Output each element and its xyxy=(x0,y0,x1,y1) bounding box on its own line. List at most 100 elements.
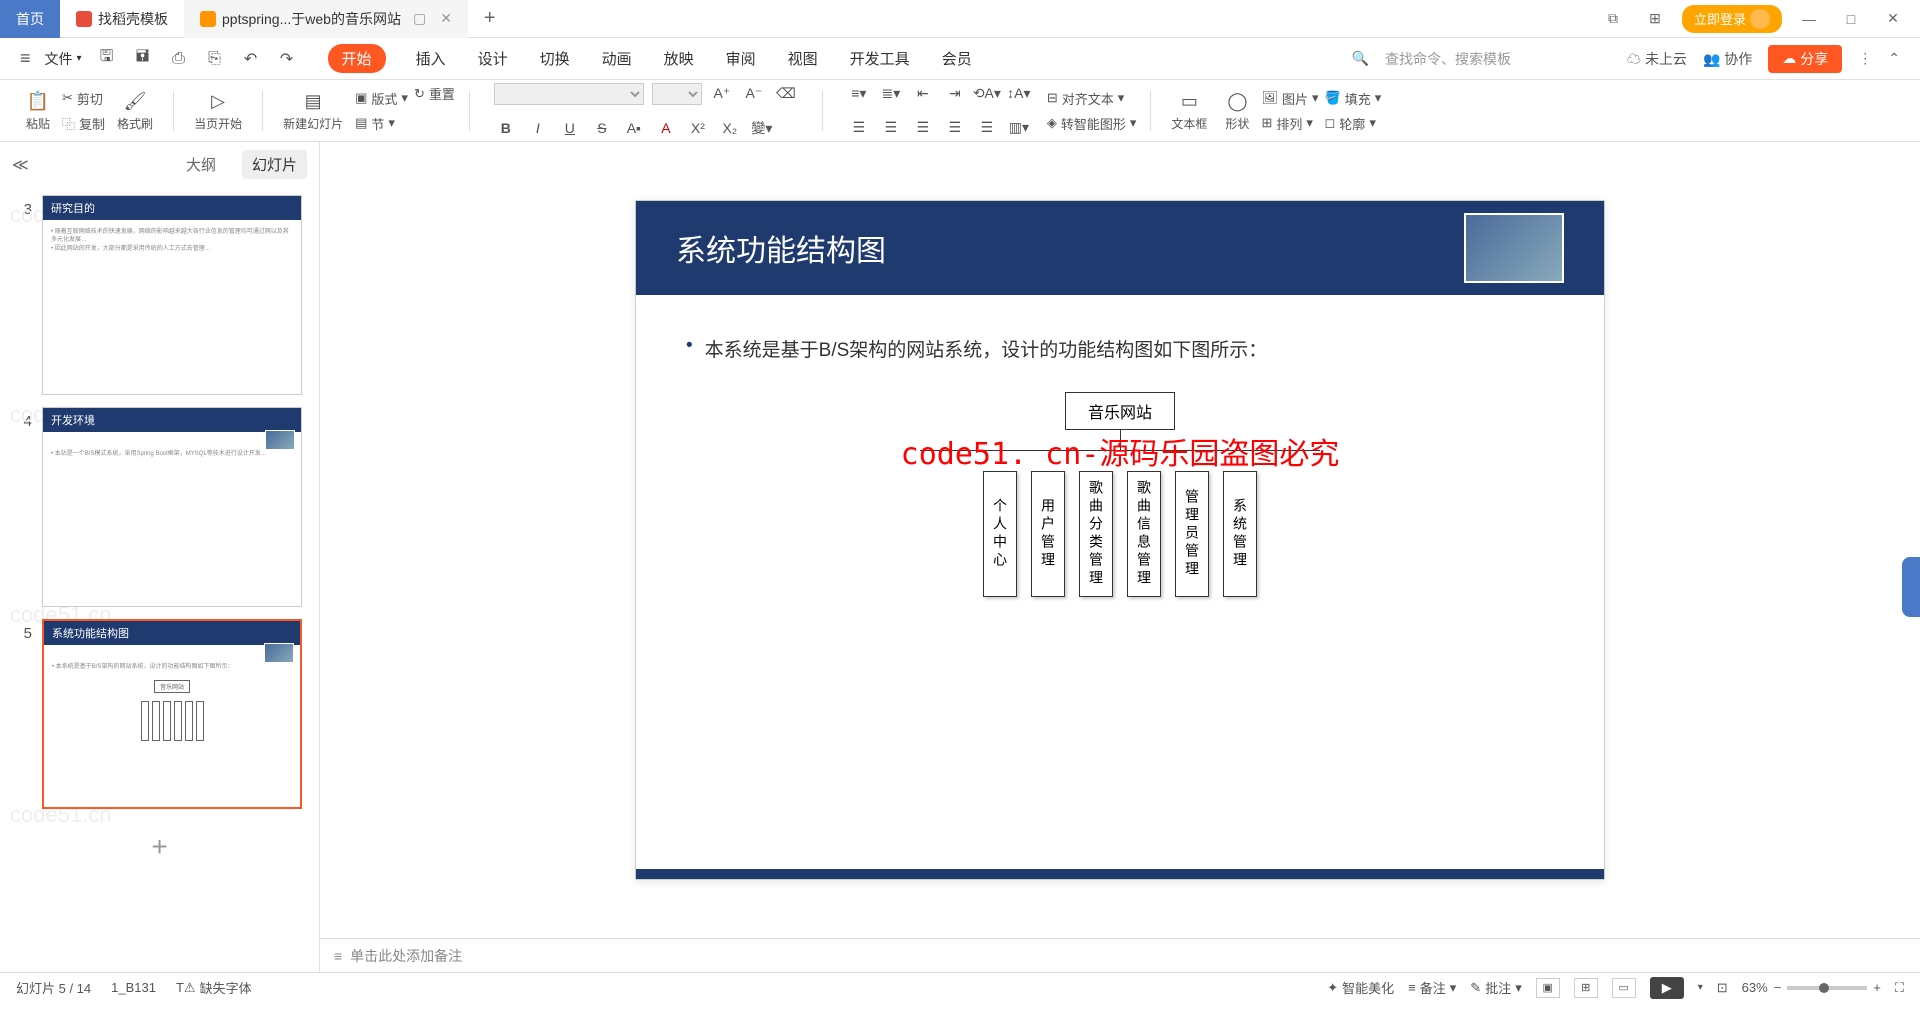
outline-button[interactable]: ◻轮廓 ▾ xyxy=(1325,114,1382,133)
paste-group[interactable]: 📋 粘贴 xyxy=(20,89,56,132)
zoom-out-button[interactable]: − xyxy=(1774,980,1782,995)
normal-view-button[interactable]: ▣ xyxy=(1536,978,1560,998)
grid-icon[interactable]: ⊞ xyxy=(1640,4,1670,34)
more-icon[interactable]: ⋮ xyxy=(1858,50,1872,67)
tab-home[interactable]: 首页 xyxy=(0,0,60,38)
layout-icon[interactable]: ⧉ xyxy=(1598,4,1628,34)
collapse-ribbon-icon[interactable]: ⌃ xyxy=(1888,50,1900,67)
current-page-button[interactable]: ▷ 当页开始 xyxy=(188,89,248,132)
search-icon[interactable]: 🔍 xyxy=(1352,50,1369,67)
tab-review[interactable]: 审阅 xyxy=(724,44,758,73)
search-input[interactable]: 查找命令、搜索模板 xyxy=(1385,49,1511,69)
preview-icon[interactable]: ⎘ xyxy=(204,48,226,70)
tab-window-icon[interactable]: ▢ xyxy=(413,10,426,27)
align-left-button[interactable]: ☰ xyxy=(847,116,871,140)
minimize-button[interactable]: — xyxy=(1794,4,1824,34)
share-button[interactable]: ☁ 分享 xyxy=(1768,45,1842,73)
tab-document[interactable]: pptspring...于web的音乐网站 ▢ ✕ xyxy=(184,0,468,38)
undo-icon[interactable]: ↶ xyxy=(240,48,262,70)
thumbnails-list[interactable]: 3 研究目的 • 随着互联网络技术的快速发展，网络的影响越来越大各行业信息的管理… xyxy=(0,187,319,972)
align-justify-button[interactable]: ☰ xyxy=(943,116,967,140)
fontsize-select[interactable] xyxy=(652,83,702,105)
tab-transition[interactable]: 切换 xyxy=(538,44,572,73)
tab-design[interactable]: 设计 xyxy=(476,44,510,73)
underline-button[interactable]: U xyxy=(558,116,582,140)
tab-member[interactable]: 会员 xyxy=(940,44,974,73)
collapse-panel-icon[interactable]: ≪ xyxy=(12,155,29,175)
format-painter-button[interactable]: 🖌 格式刷 xyxy=(111,89,159,132)
file-menu[interactable]: 文件 ▾ xyxy=(45,49,82,69)
notes-bar[interactable]: ≡ 单击此处添加备注 xyxy=(320,938,1920,972)
thumbnail[interactable]: 研究目的 • 随着互联网络技术的快速发展，网络的影响越来越大各行业信息的管理均可… xyxy=(42,195,302,395)
fill-button[interactable]: 🪣填充 ▾ xyxy=(1325,89,1382,108)
close-button[interactable]: ✕ xyxy=(1878,4,1908,34)
layout-button[interactable]: ▣版式 ▾ xyxy=(355,89,408,108)
superscript-button[interactable]: X² xyxy=(686,116,710,140)
subscript-button[interactable]: X₂ xyxy=(718,116,742,140)
sorter-view-button[interactable]: ⊞ xyxy=(1574,978,1598,998)
slides-tab[interactable]: 幻灯片 xyxy=(242,150,307,179)
copy-button[interactable]: ⿻复制 xyxy=(62,114,105,133)
align-right-button[interactable]: ☰ xyxy=(911,116,935,140)
login-button[interactable]: 立即登录 xyxy=(1682,5,1782,33)
highlight-button[interactable]: A▪ xyxy=(622,116,646,140)
slide-canvas[interactable]: 系统功能结构图 • 本系统是基于B/S架构的网站系统，设计的功能结构图如下图所示… xyxy=(320,142,1920,938)
slide[interactable]: 系统功能结构图 • 本系统是基于B/S架构的网站系统，设计的功能结构图如下图所示… xyxy=(635,200,1605,880)
collab-button[interactable]: 👥 协作 xyxy=(1703,49,1752,69)
tab-developer[interactable]: 开发工具 xyxy=(848,44,912,73)
zoom-in-button[interactable]: + xyxy=(1873,980,1881,995)
beautify-button[interactable]: ✦智能美化 xyxy=(1327,978,1394,997)
tab-insert[interactable]: 插入 xyxy=(414,44,448,73)
increase-indent-button[interactable]: ⇥ xyxy=(943,82,967,106)
new-tab-button[interactable]: + xyxy=(468,0,512,38)
bullets-button[interactable]: ≡▾ xyxy=(847,82,871,106)
font-effects-button[interactable]: 變▾ xyxy=(750,116,774,140)
columns-button[interactable]: ▥▾ xyxy=(1007,116,1031,140)
maximize-button[interactable]: □ xyxy=(1836,4,1866,34)
zoom-control[interactable]: 63% − + xyxy=(1742,980,1881,995)
thumbnail[interactable]: 开发环境 • 本站是一个B/S模式系统，采用Spring Boot框架，MYSQ… xyxy=(42,407,302,607)
thumbnail-row[interactable]: 4 开发环境 • 本站是一个B/S模式系统，采用Spring Boot框架，MY… xyxy=(16,407,303,607)
reset-button[interactable]: ↻重置 xyxy=(414,84,455,103)
clear-format-button[interactable]: ⌫ xyxy=(774,82,798,106)
tab-animation[interactable]: 动画 xyxy=(600,44,634,73)
shape-button[interactable]: ◯ 形状 xyxy=(1219,89,1255,132)
reading-view-button[interactable]: ▭ xyxy=(1612,978,1636,998)
distribute-button[interactable]: ☰ xyxy=(975,116,999,140)
notes-toggle[interactable]: ≡备注 ▾ xyxy=(1408,978,1456,997)
increase-font-button[interactable]: A⁺ xyxy=(710,82,734,106)
slideshow-dropdown[interactable]: ▾ xyxy=(1698,982,1703,993)
thumbnail-row[interactable]: 5 系统功能结构图 • 本系统是基于B/S架构的网站系统，设计的功能结构图如下图… xyxy=(16,619,303,809)
textbox-button[interactable]: ▭ 文本框 xyxy=(1165,89,1213,132)
arrange-button[interactable]: ⊞排列 ▾ xyxy=(1261,114,1318,133)
add-slide-button[interactable]: + xyxy=(16,821,303,873)
cut-button[interactable]: ✂剪切 xyxy=(62,89,105,108)
side-panel-handle[interactable] xyxy=(1902,557,1920,617)
menu-icon[interactable]: ≡ xyxy=(20,48,31,69)
align-center-button[interactable]: ☰ xyxy=(879,116,903,140)
section-name[interactable]: 1_B131 xyxy=(111,980,156,995)
bold-button[interactable]: B xyxy=(494,116,518,140)
comments-toggle[interactable]: ✎批注 ▾ xyxy=(1470,978,1521,997)
print-icon[interactable]: ⎙ xyxy=(168,48,190,70)
zoom-slider[interactable] xyxy=(1787,986,1867,990)
outline-tab[interactable]: 大纲 xyxy=(176,150,226,179)
save-icon[interactable]: 🖫 xyxy=(96,48,118,70)
section-button[interactable]: ▤节 ▾ xyxy=(355,114,408,133)
convert-shape-button[interactable]: ◈转智能图形 ▾ xyxy=(1047,114,1137,133)
decrease-indent-button[interactable]: ⇤ xyxy=(911,82,935,106)
thumbnail-row[interactable]: 3 研究目的 • 随着互联网络技术的快速发展，网络的影响越来越大各行业信息的管理… xyxy=(16,195,303,395)
fontcolor-button[interactable]: A xyxy=(654,116,678,140)
thumbnail-selected[interactable]: 系统功能结构图 • 本系统是基于B/S架构的网站系统，设计的功能结构图如下图所示… xyxy=(42,619,302,809)
fit-window-button[interactable]: ⊡ xyxy=(1717,980,1728,996)
tab-slideshow[interactable]: 放映 xyxy=(662,44,696,73)
font-select[interactable] xyxy=(494,83,644,105)
save-as-icon[interactable]: 🖬 xyxy=(132,48,154,70)
text-direction-button[interactable]: ⟲A▾ xyxy=(975,82,999,106)
fullscreen-button[interactable]: ⛶ xyxy=(1895,980,1904,996)
strike-button[interactable]: S xyxy=(590,116,614,140)
numbering-button[interactable]: ≣▾ xyxy=(879,82,903,106)
align-text-button[interactable]: ⊟对齐文本 ▾ xyxy=(1047,89,1137,108)
decrease-font-button[interactable]: A⁻ xyxy=(742,82,766,106)
line-spacing-button[interactable]: ↕A▾ xyxy=(1007,82,1031,106)
